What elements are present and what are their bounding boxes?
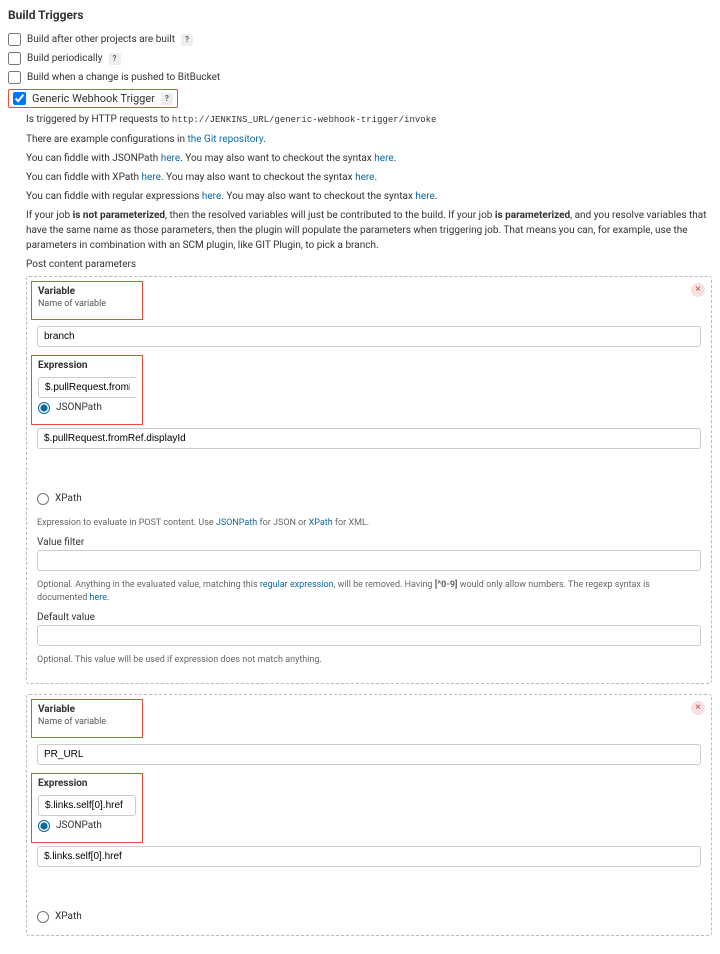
- jsonpath-radio-label: JSONPath: [56, 402, 102, 413]
- variable-label: Variable: [38, 704, 136, 715]
- default-value-input[interactable]: [37, 625, 701, 646]
- regex-fiddle-link[interactable]: here: [202, 191, 221, 202]
- variable-name-input[interactable]: [37, 744, 701, 765]
- jsonpath-radio-label: JSONPath: [56, 820, 102, 831]
- expression-input-full[interactable]: [37, 428, 701, 449]
- trigger-bitbucket: Build when a change is pushed to BitBuck…: [8, 68, 712, 87]
- xpath-radio[interactable]: [37, 911, 49, 923]
- xpath-radio-label: XPath: [55, 493, 82, 504]
- trigger-periodically-label: Build periodically: [27, 53, 103, 64]
- post-content-params-label: Post content parameters: [26, 259, 712, 270]
- webhook-url: http://JENKINS_URL/generic-webhook-trigg…: [172, 115, 437, 125]
- regex-doc-link[interactable]: here: [90, 593, 107, 603]
- variable-sublabel: Name of variable: [38, 299, 136, 309]
- trigger-generic-label: Generic Webhook Trigger: [32, 92, 155, 105]
- value-filter-hint: Optional. Anything in the evaluated valu…: [37, 579, 701, 604]
- trigger-bitbucket-label: Build when a change is pushed to BitBuck…: [27, 72, 220, 83]
- trigger-after-other: Build after other projects are built ?: [8, 30, 712, 49]
- variable-name-input[interactable]: [37, 326, 701, 347]
- jsonpath-radio[interactable]: [38, 402, 50, 414]
- param-variable-highlight: Variable Name of variable: [31, 699, 143, 738]
- xpath-syntax-link[interactable]: here: [355, 172, 374, 183]
- expression-input-visible[interactable]: [38, 377, 136, 398]
- remove-param-button[interactable]: ×: [691, 701, 705, 715]
- jsonpath-fiddle-link[interactable]: here: [161, 153, 180, 164]
- regex-hint-link[interactable]: regular expression: [260, 580, 334, 590]
- value-filter-input[interactable]: [37, 550, 701, 571]
- trigger-periodically-checkbox[interactable]: [8, 52, 21, 65]
- page-title: Build Triggers: [8, 8, 712, 22]
- xpath-fiddle-link[interactable]: here: [142, 172, 161, 183]
- xpath-option: XPath: [37, 493, 701, 505]
- jsonpath-radio[interactable]: [38, 820, 50, 832]
- example-config-text: There are example configurations in the …: [26, 132, 712, 147]
- expression-input-full[interactable]: [37, 846, 701, 867]
- expression-hint: Expression to evaluate in POST content. …: [37, 517, 701, 530]
- param-expression-highlight: Expression JSONPath: [31, 355, 143, 425]
- jsonpath-syntax-link[interactable]: here: [374, 153, 393, 164]
- xpath-radio[interactable]: [37, 493, 49, 505]
- parameterized-explain: If your job is not parameterized, then t…: [26, 208, 712, 253]
- variable-label: Variable: [38, 286, 136, 297]
- trigger-periodically: Build periodically ?: [8, 49, 712, 68]
- fiddle-json-text: You can fiddle with JSONPath here. You m…: [26, 151, 712, 166]
- expression-input-visible[interactable]: [38, 795, 136, 816]
- param-variable-highlight: Variable Name of variable: [31, 281, 143, 320]
- expression-label: Expression: [38, 778, 136, 789]
- default-value-label: Default value: [37, 612, 701, 623]
- remove-param-button[interactable]: ×: [691, 283, 705, 297]
- param-expression-highlight: Expression JSONPath: [31, 773, 143, 843]
- fiddle-xpath-text: You can fiddle with XPath here. You may …: [26, 170, 712, 185]
- help-icon[interactable]: ?: [181, 34, 193, 46]
- git-repo-link[interactable]: the Git repository: [187, 134, 263, 145]
- param-block: × Variable Name of variable Expression J…: [26, 276, 712, 684]
- trigger-generic-highlight: Generic Webhook Trigger ?: [8, 89, 178, 108]
- regex-syntax-link[interactable]: here: [415, 191, 434, 202]
- jsonpath-hint-link[interactable]: JSONPath: [216, 518, 257, 528]
- trigger-generic-checkbox[interactable]: [13, 92, 26, 105]
- xpath-hint-link[interactable]: XPath: [309, 518, 333, 528]
- trigger-bitbucket-checkbox[interactable]: [8, 71, 21, 84]
- param-block: × Variable Name of variable Expression J…: [26, 694, 712, 936]
- fiddle-regex-text: You can fiddle with regular expressions …: [26, 189, 712, 204]
- xpath-option: XPath: [37, 911, 701, 923]
- triggered-by-text: Is triggered by HTTP requests to http://…: [26, 112, 712, 128]
- value-filter-label: Value filter: [37, 537, 701, 548]
- help-icon[interactable]: ?: [109, 53, 121, 65]
- help-icon[interactable]: ?: [161, 93, 173, 105]
- variable-sublabel: Name of variable: [38, 717, 136, 727]
- default-value-hint: Optional. This value will be used if exp…: [37, 654, 701, 667]
- trigger-after-other-checkbox[interactable]: [8, 33, 21, 46]
- expression-label: Expression: [38, 360, 136, 371]
- xpath-radio-label: XPath: [55, 911, 82, 922]
- trigger-after-other-label: Build after other projects are built: [27, 34, 175, 45]
